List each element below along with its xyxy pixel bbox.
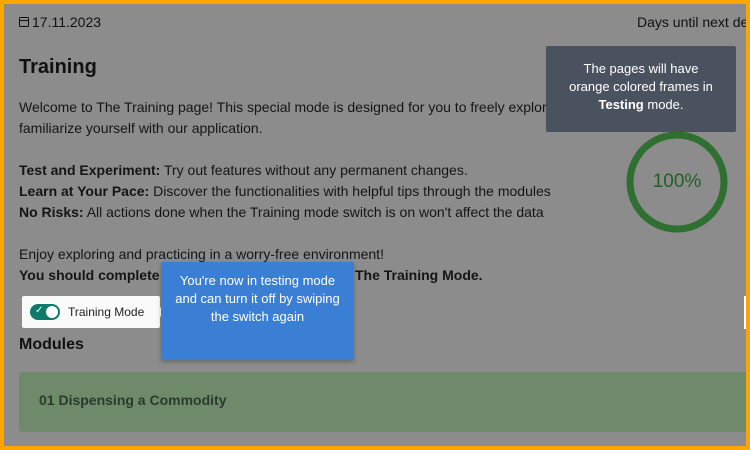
feature-item: Test and Experiment: Try out features wi… bbox=[19, 160, 468, 181]
modules-heading: Modules bbox=[19, 336, 84, 353]
feature-item: No Risks: All actions done when the Trai… bbox=[19, 202, 544, 223]
feature-item-title: Test and Experiment: bbox=[19, 162, 161, 178]
frames-tooltip-line2: orange colored frames in bbox=[569, 79, 713, 94]
training-mode-label: Training Mode bbox=[68, 305, 145, 319]
frames-tooltip: The pages will have orange colored frame… bbox=[546, 46, 736, 132]
complete-bold-end: The Training Mode. bbox=[355, 267, 483, 283]
complete-text-end: The Training Mode. bbox=[355, 265, 483, 286]
current-date: 17.11.2023 bbox=[19, 14, 101, 30]
intro-line-2: familiarize yourself with our applicatio… bbox=[19, 120, 263, 136]
calendar-icon bbox=[19, 17, 29, 27]
complete-text-start: You should complete th bbox=[19, 265, 177, 286]
date-text: 17.11.2023 bbox=[32, 14, 102, 30]
training-mode-toggle[interactable]: ✓ Training Mode bbox=[22, 296, 166, 328]
switch-knob bbox=[46, 306, 58, 318]
module-title: 01 Dispensing a Commodity bbox=[39, 392, 227, 408]
complete-bold-start: You should complete th bbox=[19, 267, 177, 283]
edge-panel bbox=[744, 296, 746, 329]
page-title: Training bbox=[19, 56, 97, 78]
frames-tooltip-bold: Testing bbox=[598, 97, 644, 112]
intro-line-1: Welcome to The Training page! This speci… bbox=[19, 99, 555, 115]
module-card[interactable]: 01 Dispensing a Commodity bbox=[19, 372, 746, 432]
progress-value: 100% bbox=[652, 171, 702, 192]
feature-item-text: Try out features without any permanent c… bbox=[160, 162, 468, 178]
frames-tooltip-line1: The pages will have bbox=[583, 61, 699, 76]
top-bar: 17.11.2023 Days until next de bbox=[19, 14, 746, 34]
progress-ring: 100% bbox=[624, 129, 730, 235]
feature-item-title: No Risks: bbox=[19, 204, 84, 220]
feature-item-text: All actions done when the Training mode … bbox=[83, 204, 544, 220]
days-until-text: Days until next de bbox=[637, 14, 746, 30]
frames-tooltip-suffix: mode. bbox=[643, 97, 684, 112]
testing-tooltip: You're now in testing mode and can turn … bbox=[161, 262, 354, 360]
feature-item: Learn at Your Pace: Discover the functio… bbox=[19, 181, 551, 202]
check-icon: ✓ bbox=[35, 305, 44, 316]
training-mode-switch[interactable]: ✓ bbox=[30, 304, 60, 320]
testing-frame: 17.11.2023 Days until next de Training W… bbox=[4, 4, 746, 446]
feature-item-title: Learn at Your Pace: bbox=[19, 183, 150, 199]
feature-item-text: Discover the functionalities with helpfu… bbox=[149, 183, 551, 199]
